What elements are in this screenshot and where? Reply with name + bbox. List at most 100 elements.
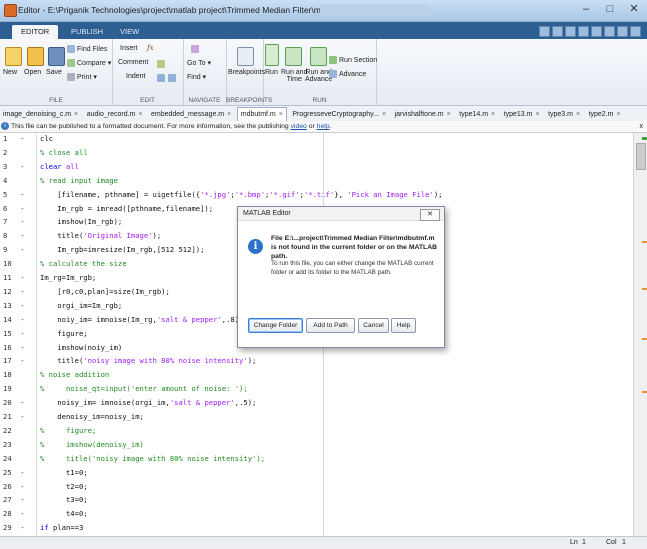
tab-view[interactable]: VIEW <box>111 25 148 39</box>
indent-button[interactable]: Indent <box>126 73 145 80</box>
close-tab-icon[interactable]: × <box>279 111 283 118</box>
breakpoints-icon <box>237 47 254 66</box>
warning-marker <box>642 241 647 243</box>
redo-quick-icon[interactable] <box>604 26 615 37</box>
close-tab-icon[interactable]: × <box>227 111 231 118</box>
close-tab-icon[interactable]: × <box>576 111 580 118</box>
file-tab[interactable]: image_denoising_c.m × <box>0 108 81 121</box>
breakpoints-button[interactable]: Breakpoints <box>228 69 265 76</box>
scroll-thumb[interactable] <box>636 143 646 170</box>
warning-marker <box>642 338 647 340</box>
line-number: 12 - <box>3 286 25 296</box>
group-label-navigate: NAVIGATE <box>188 97 221 104</box>
analyzer-status-marker <box>642 137 647 140</box>
outdent-icon[interactable] <box>168 74 176 82</box>
tab-publish[interactable]: PUBLISH <box>62 25 112 39</box>
file-tab-strip: image_denoising_c.m × audio_record.m × emb… <box>0 106 647 122</box>
add-to-path-button[interactable]: Add to Path <box>306 318 355 333</box>
code-text: clear all <box>40 161 79 171</box>
file-tab[interactable]: audio_record.m × <box>84 108 146 121</box>
close-tab-icon[interactable]: × <box>616 111 620 118</box>
close-tab-icon[interactable]: × <box>138 111 142 118</box>
print-button[interactable]: Print ▾ <box>67 73 97 82</box>
minimize-button[interactable]: – <box>575 2 597 17</box>
vertical-scrollbar[interactable] <box>633 133 647 536</box>
code-text: % noise addition <box>40 370 110 380</box>
advance-button[interactable]: Advance <box>329 70 366 78</box>
line-label: Ln <box>570 539 578 546</box>
comment-toggle-icon[interactable] <box>157 60 165 68</box>
cut-quick-icon[interactable] <box>552 26 563 37</box>
title-blur-area <box>320 4 430 16</box>
file-tab[interactable]: type14.m × <box>456 108 498 121</box>
run-and-advance-icon <box>310 47 327 66</box>
tab-editor[interactable]: EDITOR <box>12 25 59 39</box>
file-tab[interactable]: type2.m × <box>586 108 624 121</box>
file-tab[interactable]: ProgresseveCryptography... × <box>289 108 389 121</box>
close-window-button[interactable]: ✕ <box>623 2 645 17</box>
copy-quick-icon[interactable] <box>565 26 576 37</box>
file-tab[interactable]: embedded_message.m × <box>148 108 234 121</box>
change-folder-button[interactable]: Change Folder <box>248 318 303 333</box>
code-text: imshow(noiy_im) <box>40 342 123 352</box>
file-tab[interactable]: type13.m × <box>501 108 543 121</box>
code-text: % close all <box>40 147 88 157</box>
compare-button[interactable]: Compare ▾ <box>67 59 111 68</box>
code-text: t3=0; <box>40 495 88 505</box>
code-text: [r0,c0,plan]=size(Im_rgb); <box>40 286 170 296</box>
run-and-time-button[interactable]: Run and Time <box>281 69 307 83</box>
find-button[interactable]: Find ▾ <box>187 73 206 81</box>
code-text: orgi_im=Im_rgb; <box>40 300 123 310</box>
close-tab-icon[interactable]: × <box>491 111 495 118</box>
run-section-button[interactable]: Run Section <box>329 56 377 64</box>
code-text: % imshow(denoisy_im) <box>40 439 144 449</box>
close-tab-icon[interactable]: × <box>535 111 539 118</box>
indent-icon[interactable] <box>157 74 165 82</box>
matlab-editor-dialog: MATLAB Editor ✕ i File E:\...project\Tri… <box>237 206 445 348</box>
insert-button[interactable]: Insert <box>120 45 138 52</box>
close-tab-icon[interactable]: × <box>74 111 78 118</box>
line-number: 1 <box>582 539 586 546</box>
open-button[interactable]: Open <box>24 69 41 76</box>
dialog-description: To run this file, you can either change … <box>271 260 434 276</box>
maximize-button[interactable]: □ <box>599 2 621 17</box>
code-text: Im_rgb=imresize(Im_rgb,[512 512]); <box>40 245 205 255</box>
paste-quick-icon[interactable] <box>578 26 589 37</box>
save-quick-icon[interactable] <box>539 26 550 37</box>
line-number: 25 - <box>3 467 25 477</box>
ribbon-group-run: Run Run and Time Run and Advance Run Sec… <box>263 39 377 105</box>
code-text: [filename, pthname] = uigetfile({'*.jpg'… <box>40 189 443 199</box>
file-tab[interactable]: jarvishalftone.m × <box>392 108 454 121</box>
goto-button[interactable]: Go To ▾ <box>187 59 211 67</box>
close-tab-icon[interactable]: × <box>447 111 451 118</box>
line-number: 28 - <box>3 509 25 519</box>
file-tab-active[interactable]: mdbutmf.m × <box>236 107 287 121</box>
line-number: 7 - <box>3 217 25 227</box>
warning-marker <box>642 288 647 290</box>
print-icon <box>67 73 75 82</box>
close-tab-icon[interactable]: × <box>382 111 386 118</box>
ribbon-group-breakpoints: Breakpoints BREAKPOINTS <box>226 39 272 105</box>
fx-button[interactable]: fx <box>147 44 154 52</box>
help-link[interactable]: help <box>317 123 330 130</box>
new-button[interactable]: New <box>3 69 17 76</box>
help-quick-icon[interactable] <box>617 26 628 37</box>
close-info-icon[interactable]: x <box>640 121 644 132</box>
run-button[interactable]: Run <box>265 69 278 76</box>
matlab-icon <box>4 4 17 17</box>
col-number: 1 <box>622 539 626 546</box>
undo-quick-icon[interactable] <box>591 26 602 37</box>
video-link[interactable]: video <box>291 123 307 130</box>
help-button[interactable]: Help <box>391 318 416 333</box>
comment-button[interactable]: Comment <box>118 59 148 66</box>
ribbon-group-edit: Insert fx Comment Indent EDIT <box>112 39 184 105</box>
run-and-time-icon <box>285 47 302 66</box>
save-icon <box>48 47 65 66</box>
file-tab[interactable]: type3.m × <box>545 108 583 121</box>
dialog-close-button[interactable]: ✕ <box>420 209 440 221</box>
status-bar: Ln 1 Col 1 <box>0 536 647 549</box>
save-button[interactable]: Save <box>46 69 62 76</box>
search-quick-icon[interactable] <box>630 26 641 37</box>
find-files-button[interactable]: Find Files <box>67 45 107 53</box>
cancel-button[interactable]: Cancel <box>358 318 389 333</box>
